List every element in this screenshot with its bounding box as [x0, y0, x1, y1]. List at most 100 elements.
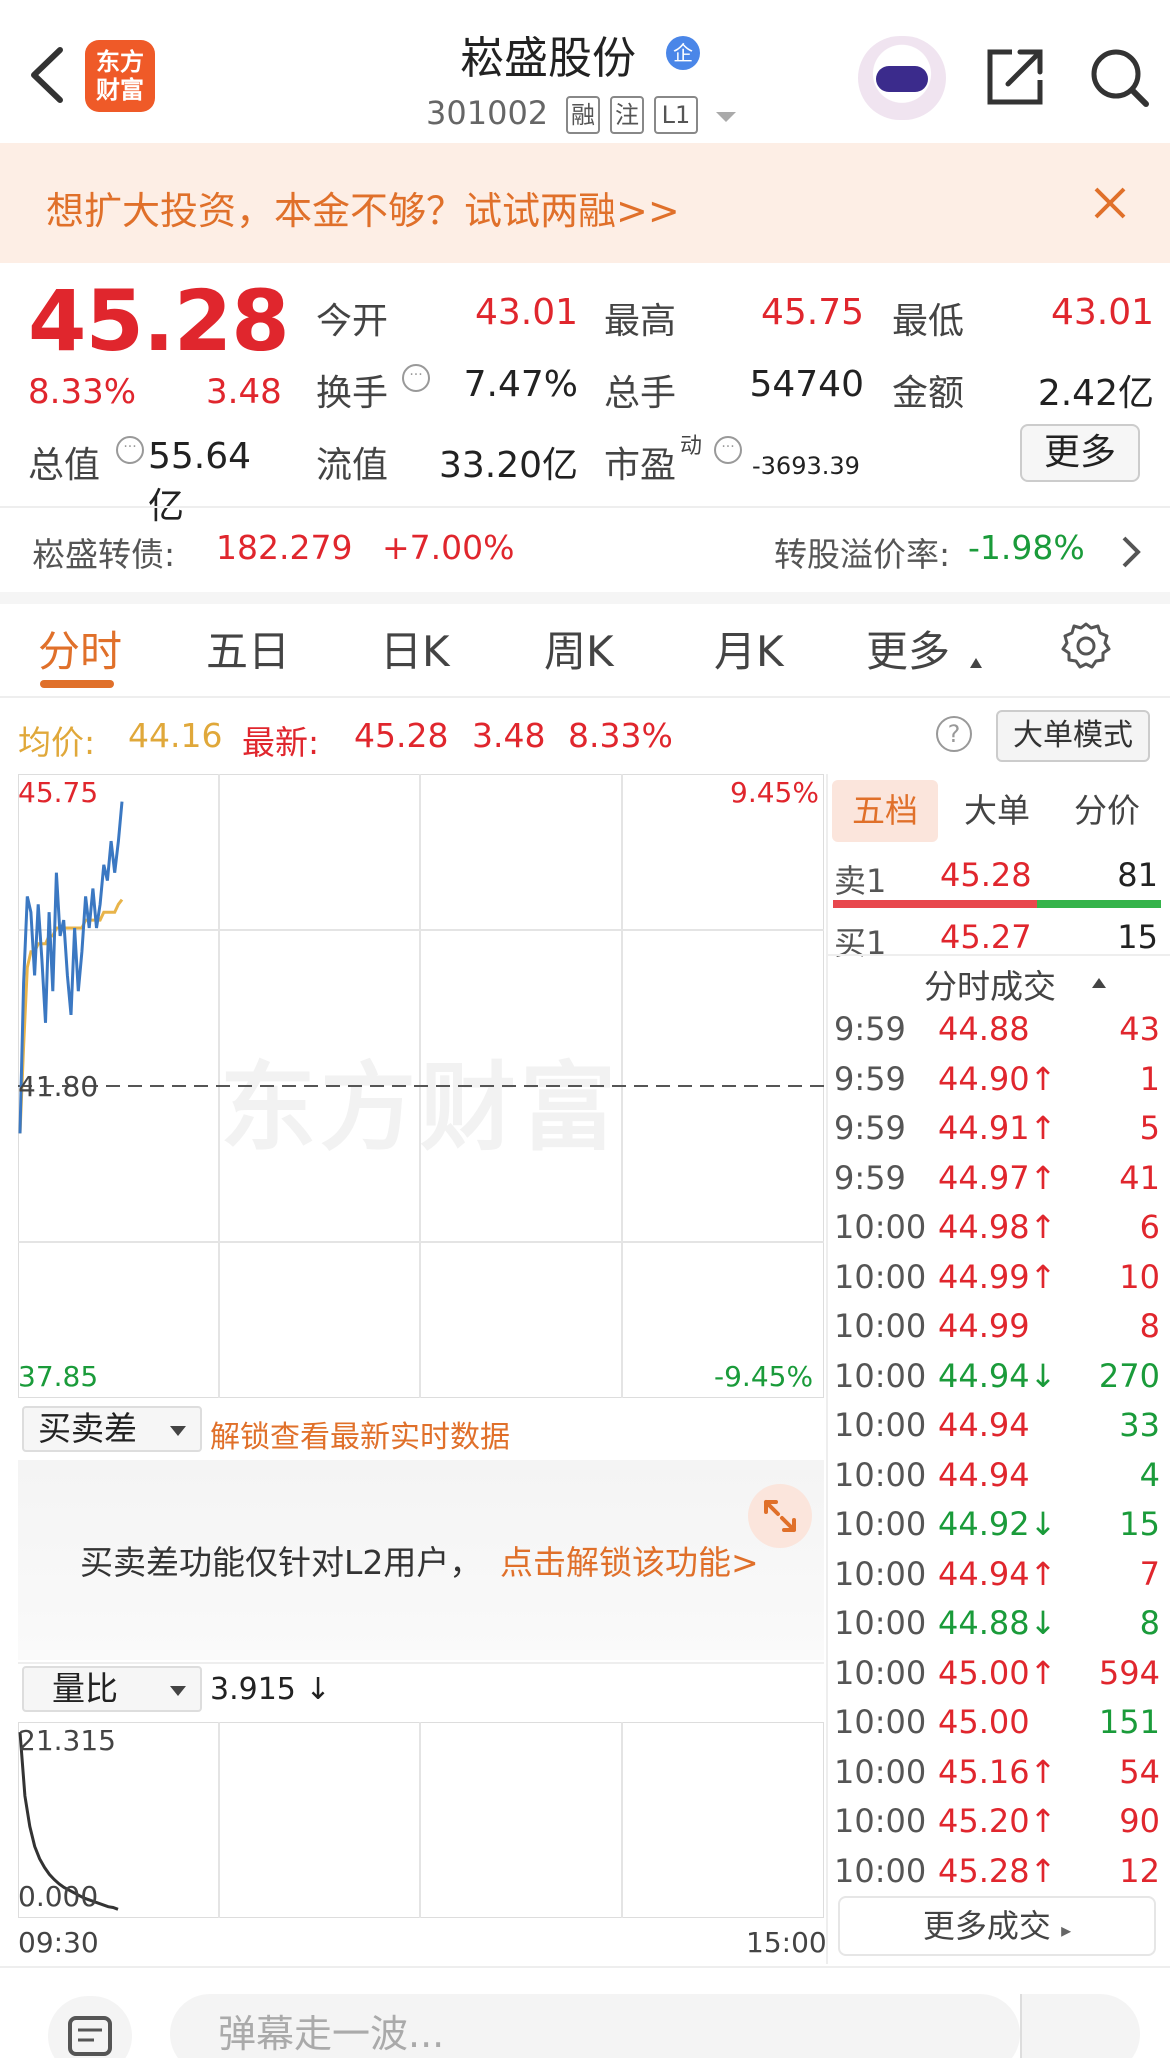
premium-rate-value: -1.98%	[968, 528, 1085, 567]
pe-label: 市盈	[604, 445, 677, 486]
trade-volume: 151	[1098, 1703, 1160, 1741]
high-value: 45.75	[760, 292, 864, 333]
trade-volume: 5	[1139, 1109, 1160, 1147]
caret-down-icon	[170, 1426, 186, 1436]
sell-pressure-bar	[833, 900, 1037, 908]
trade-row: 10:00 44.98↑ 6	[834, 1208, 1160, 1256]
trade-price: 44.94↑	[938, 1554, 1057, 1593]
tab-five-day[interactable]: 五日	[206, 618, 290, 679]
info-icon[interactable]: ···	[402, 364, 430, 392]
trade-price: 44.99↑	[938, 1257, 1057, 1296]
trade-time: 10:00	[834, 1653, 927, 1692]
tick-trades-title[interactable]: 分时成交	[924, 960, 1056, 1008]
pe-value: -3693.39	[752, 452, 860, 480]
trade-price: 44.97↑	[938, 1158, 1057, 1197]
tab-weekly-k[interactable]: 周K	[544, 618, 614, 679]
trade-time: 10:00	[834, 1752, 927, 1791]
tab-five-levels[interactable]: 五档	[832, 780, 938, 842]
trade-volume: 594	[1098, 1653, 1160, 1692]
convertible-bond-price: 182.279	[216, 528, 353, 567]
trade-time: 10:00	[834, 1257, 927, 1296]
trade-time: 10:00	[834, 1307, 927, 1345]
trade-price: 44.98↑	[938, 1208, 1057, 1246]
tab-price-distribution[interactable]: 分价	[1054, 780, 1160, 842]
open-value: 43.01	[474, 292, 578, 333]
trade-price: 44.91↑	[938, 1109, 1057, 1147]
trade-row: 10:00 44.92↓ 15	[834, 1505, 1160, 1553]
amount-value: 2.42亿	[1037, 373, 1154, 414]
trade-row: 10:00 44.94↓ 270	[834, 1357, 1160, 1405]
tab-intraday[interactable]: 分时	[38, 618, 122, 679]
promo-text[interactable]: 想扩大投资，本金不够？试试两融>>	[46, 180, 680, 235]
trade-volume: 1	[1139, 1059, 1160, 1098]
back-icon[interactable]	[24, 40, 74, 110]
turnover-label: 换手	[316, 373, 389, 414]
tab-more[interactable]: 更多	[866, 618, 950, 679]
tab-big-orders[interactable]: 大单	[944, 780, 1050, 842]
order-book-tabs: 五档 大单 分价	[830, 780, 1166, 842]
intraday-chart[interactable]	[18, 774, 824, 1398]
close-icon[interactable]	[1090, 183, 1130, 223]
trade-volume: 8	[1139, 1307, 1160, 1345]
trade-volume: 12	[1119, 1851, 1160, 1890]
y-axis-bottom-label: 37.85	[18, 1360, 99, 1393]
volume-ratio-chart[interactable]	[18, 1722, 824, 1918]
big-order-mode-button[interactable]: 大单模式	[996, 710, 1150, 762]
panel-divider	[826, 774, 828, 1964]
gear-icon[interactable]	[1060, 620, 1112, 672]
sell1-label: 卖1	[834, 862, 887, 900]
tab-monthly-k[interactable]: 月K	[714, 618, 784, 679]
chart-grid	[18, 774, 824, 1398]
float-cap-value: 33.20亿	[438, 445, 578, 486]
danmaku-input[interactable]: 弹幕走一波...	[170, 1994, 1020, 2058]
trade-volume: 41	[1119, 1158, 1160, 1197]
turnover-value: 7.47%	[463, 364, 578, 405]
volume-ratio-value: 3.915 ↓	[210, 1672, 331, 1707]
enterprise-badge-icon: 企	[666, 36, 700, 70]
chevron-right-icon[interactable]	[1116, 534, 1144, 570]
expand-icon[interactable]	[748, 1484, 812, 1548]
amount-label: 金额	[892, 373, 965, 414]
volume-ratio-bottom-label: 0.000	[18, 1880, 99, 1913]
trade-row: 9:59 44.90↑ 1	[834, 1060, 1160, 1108]
more-button[interactable]: 更多	[1020, 424, 1140, 482]
trade-time: 10:00	[834, 1505, 927, 1543]
convertible-bond-percent: +7.00%	[382, 528, 515, 567]
convertible-bond-label[interactable]: 崧盛转债:	[32, 528, 175, 576]
indicator-select-mmc[interactable]: 买卖差	[22, 1406, 202, 1452]
trade-volume: 8	[1139, 1604, 1160, 1642]
trade-row: 9:59 44.88 43	[834, 1010, 1160, 1058]
trade-volume: 6	[1139, 1208, 1160, 1246]
trade-price: 44.94	[938, 1406, 1030, 1444]
collapse-caret-icon[interactable]	[1092, 978, 1106, 988]
trade-row: 10:00 45.00↑ 594	[834, 1654, 1160, 1702]
trade-volume: 10	[1119, 1257, 1160, 1296]
trade-time: 10:00	[834, 1851, 927, 1890]
trade-volume: 43	[1119, 1010, 1160, 1048]
unlock-realtime-link[interactable]: 解锁查看最新实时数据	[210, 1412, 510, 1456]
share-icon[interactable]	[982, 44, 1048, 110]
trade-row: 10:00 44.94↑ 7	[834, 1555, 1160, 1603]
info-icon[interactable]: ···	[116, 436, 144, 464]
indicator-select-label: 量比	[52, 1669, 118, 1708]
stock-code: 301002	[426, 94, 549, 132]
brand-logo[interactable]: 东方 财富	[85, 40, 155, 112]
more-trades-button[interactable]: 更多成交 ▸	[838, 1896, 1156, 1956]
info-icon[interactable]: ···	[714, 436, 742, 464]
trade-row: 10:00 45.20↑ 90	[834, 1802, 1160, 1850]
assistant-robot-icon[interactable]	[858, 36, 946, 120]
tab-daily-k[interactable]: 日K	[380, 618, 450, 679]
trade-price: 44.99	[938, 1307, 1030, 1345]
x-axis-start-label: 09:30	[18, 1926, 99, 1959]
buy-pressure-bar	[1037, 900, 1161, 908]
trade-price: 45.16↑	[938, 1752, 1057, 1791]
search-icon[interactable]	[1086, 44, 1152, 110]
pe-dynamic-sup: 动	[680, 434, 703, 459]
l2-unlock-link[interactable]: 点击解锁该功能>	[500, 1536, 759, 1584]
indicator-select-volume-ratio[interactable]: 量比	[22, 1666, 202, 1712]
danmaku-toggle-icon[interactable]	[1020, 1994, 1140, 2058]
trade-time: 10:00	[834, 1406, 927, 1444]
help-icon[interactable]: ?	[936, 716, 972, 752]
chevron-down-icon[interactable]	[716, 112, 736, 122]
trade-row: 10:00 44.99↑ 10	[834, 1258, 1160, 1306]
